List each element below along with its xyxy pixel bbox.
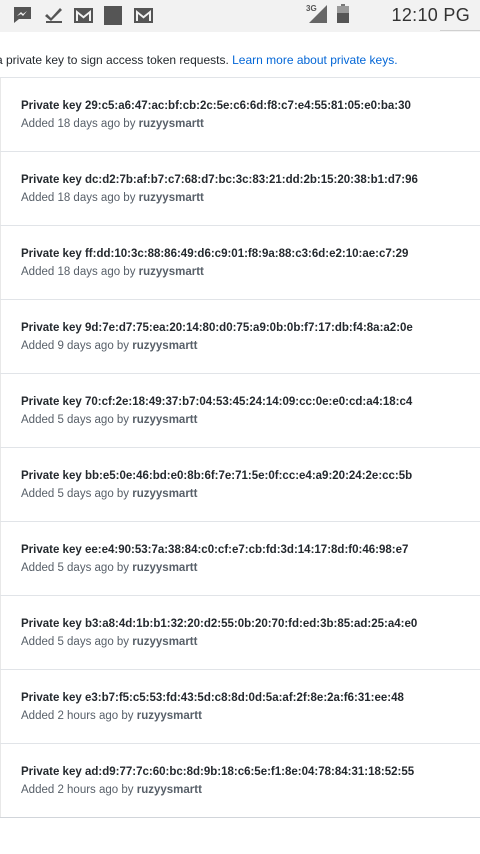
key-prefix: Private key	[21, 322, 82, 334]
key-fingerprint: 9d:7e:d7:75:ea:20:14:80:d0:75:a9:0b:0b:f…	[84, 322, 413, 334]
key-added: Added 18 days ago by	[21, 118, 136, 130]
key-title: Private key b3:a8:4d:1b:b1:32:20:d2:55:0…	[21, 617, 480, 631]
key-prefix: Private key	[21, 618, 82, 630]
gmail-icon	[134, 6, 153, 24]
key-added: Added 5 days ago by	[21, 414, 130, 426]
key-author: ruzyysmartt	[138, 266, 204, 278]
list-item: Private key 29:c5:a6:47:ac:bf:cb:2c:5e:c…	[0, 78, 480, 152]
key-prefix: Private key	[21, 396, 82, 408]
key-prefix: Private key	[21, 470, 82, 482]
key-prefix: Private key	[21, 174, 82, 186]
key-author: ruzyysmartt	[132, 562, 198, 574]
intro-text: a private key to sign access token reque…	[0, 38, 480, 78]
key-added: Added 18 days ago by	[21, 266, 136, 278]
battery-icon	[337, 4, 355, 23]
square-app-icon	[104, 6, 122, 25]
key-title: Private key ff:dd:10:3c:88:86:49:d6:c9:0…	[21, 247, 480, 261]
messenger-icon	[13, 6, 31, 24]
list-item: Private key ff:dd:10:3c:88:86:49:d6:c9:0…	[0, 226, 480, 300]
key-meta: Added 18 days ago by ruzyysmartt	[21, 117, 480, 131]
key-fingerprint: ad:d9:77:7c:60:bc:8d:9b:18:c6:5e:f1:8e:0…	[84, 766, 415, 778]
key-meta: Added 5 days ago by ruzyysmartt	[21, 635, 480, 649]
key-meta: Added 18 days ago by ruzyysmartt	[21, 191, 480, 205]
key-meta: Added 18 days ago by ruzyysmartt	[21, 265, 480, 279]
key-prefix: Private key	[21, 100, 82, 112]
key-title: Private key e3:b7:f5:c5:53:fd:43:5d:c8:8…	[21, 691, 480, 705]
key-author: ruzyysmartt	[132, 340, 198, 352]
intro-description: a private key to sign access token reque…	[0, 53, 233, 67]
key-fingerprint: 70:cf:2e:18:49:37:b7:04:53:45:24:14:09:c…	[84, 396, 413, 408]
key-fingerprint: ee:e4:90:53:7a:38:84:c0:cf:e7:cb:fd:3d:1…	[84, 544, 409, 556]
key-fingerprint: e3:b7:f5:c5:53:fd:43:5d:c8:8d:0d:5a:af:2…	[84, 692, 404, 704]
list-item: Private key dc:d2:7b:af:b7:c7:68:d7:bc:3…	[0, 152, 480, 226]
list-item: Private key bb:e5:0e:46:bd:e0:8b:6f:7e:7…	[0, 448, 480, 522]
key-meta: Added 2 hours ago by ruzyysmartt	[21, 709, 480, 723]
list-item: Private key 70:cf:2e:18:49:37:b7:04:53:4…	[0, 374, 480, 448]
key-title: Private key 70:cf:2e:18:49:37:b7:04:53:4…	[21, 395, 480, 409]
key-fingerprint: ff:dd:10:3c:88:86:49:d6:c9:01:f8:9a:88:c…	[84, 248, 409, 260]
key-added: Added 18 days ago by	[21, 192, 136, 204]
key-title: Private key 9d:7e:d7:75:ea:20:14:80:d0:7…	[21, 321, 480, 335]
status-bar: 3G 12:10 PG	[0, 0, 480, 32]
key-prefix: Private key	[21, 544, 82, 556]
key-meta: Added 5 days ago by ruzyysmartt	[21, 561, 480, 575]
checkmark-icon	[45, 6, 63, 24]
gmail-icon	[74, 6, 93, 24]
key-title: Private key dc:d2:7b:af:b7:c7:68:d7:bc:3…	[21, 173, 480, 187]
key-meta: Added 5 days ago by ruzyysmartt	[21, 487, 480, 501]
list-item: Private key 9d:7e:d7:75:ea:20:14:80:d0:7…	[0, 300, 480, 374]
key-author: ruzyysmartt	[136, 784, 202, 796]
header-divider	[440, 30, 480, 31]
key-meta: Added 9 days ago by ruzyysmartt	[21, 339, 480, 353]
private-key-list: Private key 29:c5:a6:47:ac:bf:cb:2c:5e:c…	[0, 78, 480, 818]
signal-icon	[309, 5, 327, 23]
key-author: ruzyysmartt	[136, 710, 202, 722]
list-item: Private key ad:d9:77:7c:60:bc:8d:9b:18:c…	[0, 744, 480, 818]
list-item: Private key b3:a8:4d:1b:b1:32:20:d2:55:0…	[0, 596, 480, 670]
key-author: ruzyysmartt	[138, 118, 204, 130]
key-meta: Added 5 days ago by ruzyysmartt	[21, 413, 480, 427]
key-title: Private key ad:d9:77:7c:60:bc:8d:9b:18:c…	[21, 765, 480, 779]
key-title: Private key ee:e4:90:53:7a:38:84:c0:cf:e…	[21, 543, 480, 557]
key-added: Added 5 days ago by	[21, 562, 130, 574]
key-added: Added 2 hours ago by	[21, 784, 134, 796]
key-fingerprint: b3:a8:4d:1b:b1:32:20:d2:55:0b:20:70:fd:e…	[84, 618, 418, 630]
key-title: Private key 29:c5:a6:47:ac:bf:cb:2c:5e:c…	[21, 99, 480, 113]
key-added: Added 5 days ago by	[21, 636, 130, 648]
clock: 12:10 PG	[391, 5, 470, 25]
key-fingerprint: 29:c5:a6:47:ac:bf:cb:2c:5e:c6:6d:f8:c7:e…	[84, 100, 411, 112]
key-added: Added 2 hours ago by	[21, 710, 134, 722]
key-fingerprint: bb:e5:0e:46:bd:e0:8b:6f:7e:71:5e:0f:cc:e…	[84, 470, 413, 482]
list-item: Private key e3:b7:f5:c5:53:fd:43:5d:c8:8…	[0, 670, 480, 744]
key-prefix: Private key	[21, 692, 82, 704]
key-meta: Added 2 hours ago by ruzyysmartt	[21, 783, 480, 797]
key-fingerprint: dc:d2:7b:af:b7:c7:68:d7:bc:3c:83:21:dd:2…	[84, 174, 418, 186]
key-prefix: Private key	[21, 248, 82, 260]
key-author: ruzyysmartt	[132, 636, 198, 648]
key-prefix: Private key	[21, 766, 82, 778]
key-author: ruzyysmartt	[138, 192, 204, 204]
key-title: Private key bb:e5:0e:46:bd:e0:8b:6f:7e:7…	[21, 469, 480, 483]
key-added: Added 5 days ago by	[21, 488, 130, 500]
key-author: ruzyysmartt	[132, 488, 198, 500]
learn-more-link[interactable]: Learn more about private keys.	[232, 53, 397, 67]
key-added: Added 9 days ago by	[21, 340, 130, 352]
key-author: ruzyysmartt	[132, 414, 198, 426]
list-item: Private key ee:e4:90:53:7a:38:84:c0:cf:e…	[0, 522, 480, 596]
